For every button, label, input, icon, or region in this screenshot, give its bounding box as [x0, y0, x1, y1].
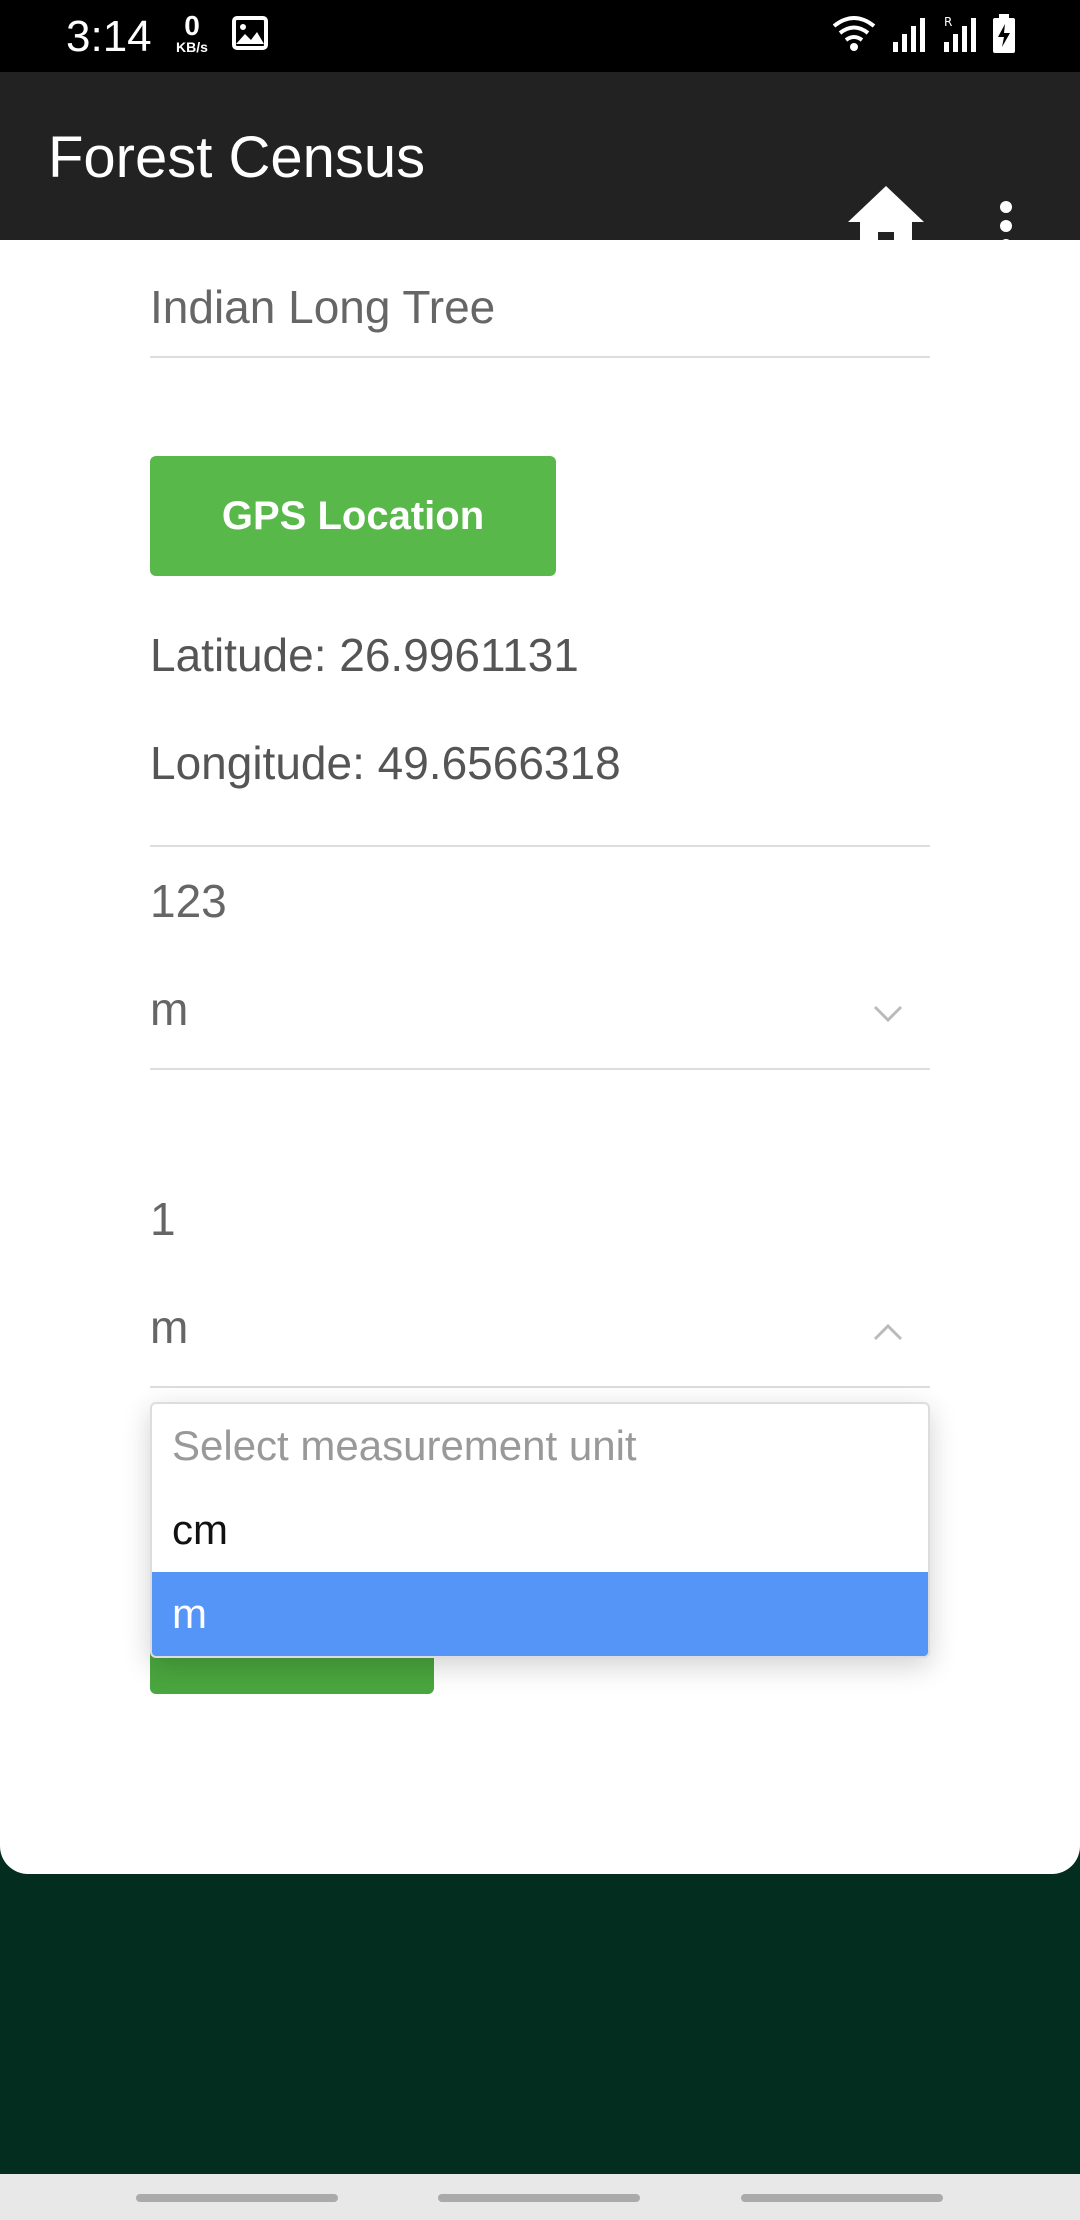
longitude-text: Longitude: 49.6566318 — [150, 737, 621, 789]
gps-location-button[interactable]: GPS Location — [150, 456, 556, 576]
app-title: Forest Census — [48, 125, 426, 190]
status-icons: R — [821, 14, 1016, 60]
wifi-icon — [832, 16, 875, 51]
coordinates-divider — [150, 845, 930, 847]
height-unit-select[interactable]: m — [150, 982, 188, 1036]
network-speed: 0 KB/s — [168, 12, 216, 58]
signal-icon — [893, 18, 926, 52]
latitude-text: Latitude: 26.9961131 — [150, 629, 579, 681]
dropdown-placeholder: Select measurement unit — [172, 1422, 637, 1469]
app-bar: Forest Census — [0, 72, 1080, 254]
tree-name-input[interactable]: Indian Long Tree — [150, 280, 495, 334]
unit-dropdown-menu: Select measurement unit cm m — [150, 1402, 930, 1658]
chevron-up-icon[interactable] — [872, 1322, 904, 1347]
nav-back-button[interactable] — [741, 2194, 943, 2202]
girth-unit-select[interactable]: m — [150, 1300, 188, 1354]
status-time: 3:14 — [66, 12, 152, 61]
status-bar: 3:14 0 KB/s R — [0, 0, 1080, 72]
dropdown-option-cm[interactable]: cm — [152, 1488, 928, 1572]
chevron-down-icon[interactable] — [872, 1004, 904, 1029]
height-unit-underline — [150, 1068, 930, 1070]
svg-text:R: R — [944, 15, 952, 29]
dropdown-option-m[interactable]: m — [152, 1572, 928, 1656]
battery-charging-icon — [993, 14, 1015, 53]
network-speed-value: 0 — [184, 10, 200, 41]
gallery-notification-icon — [232, 16, 268, 55]
roaming-signal-icon: R — [943, 15, 976, 52]
nav-home-button[interactable] — [438, 2194, 640, 2202]
girth-unit-underline — [150, 1386, 930, 1388]
navigation-bar — [0, 2174, 1080, 2220]
network-speed-unit: KB/s — [176, 39, 208, 55]
girth-value-input[interactable]: 1 — [150, 1192, 176, 1246]
tree-name-underline — [150, 356, 930, 358]
height-value-input[interactable]: 123 — [150, 874, 227, 928]
nav-recents-button[interactable] — [136, 2194, 338, 2202]
